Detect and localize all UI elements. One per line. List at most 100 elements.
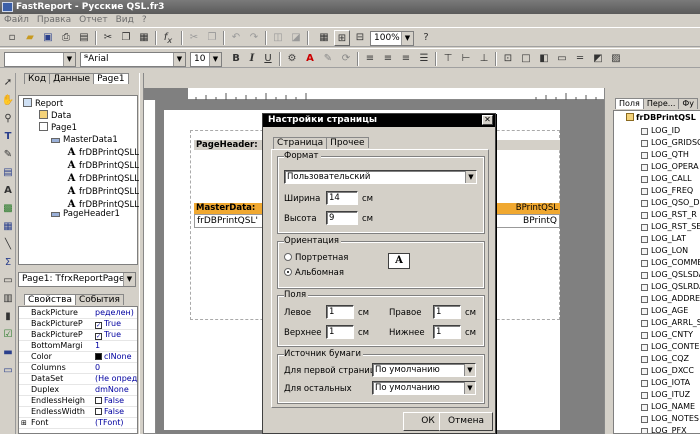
close-icon[interactable]: ✕ [482,115,493,125]
frame-style-icon[interactable]: ▭ [554,51,570,67]
style-combo[interactable]: ▼ [4,52,76,67]
landscape-radio[interactable]: Альбомная [284,267,344,279]
frame-width-icon[interactable]: ═ [572,51,588,67]
align-left-icon[interactable]: ≡ [362,51,378,67]
valign-top-icon[interactable]: ⊤ [440,51,456,67]
zoom-tool-icon[interactable]: ⚲ [0,111,16,127]
field-item[interactable]: LOG_CALL [614,174,692,184]
cancel-button[interactable]: Отмена [439,412,493,431]
object-select[interactable]: Page1: TfrxReportPage ▼ [18,272,136,287]
first-page-select[interactable]: По умолчанию ▼ [372,363,476,377]
memo-icon[interactable]: A [0,183,16,199]
bottom-margin-input[interactable]: 1 [433,325,461,339]
tree-node-report[interactable]: Report [23,98,63,110]
field-item[interactable]: LOG_COMME [614,258,700,268]
tree-node-memo[interactable]: AfrDBPrintQSLLO [67,160,146,172]
valign-bottom-icon[interactable]: ⊥ [476,51,492,67]
field-item[interactable]: LOG_QTH [614,150,689,160]
field-item[interactable]: LOG_QSLSDA [614,270,700,280]
tree-node-page1[interactable]: Page1 [39,122,77,134]
help-icon[interactable]: ? [418,30,434,46]
preview-icon[interactable]: ▤ [76,30,92,46]
select-tool-icon[interactable]: ➚ [0,75,16,91]
undo-icon[interactable]: ↶ [228,30,244,46]
tree-node-data[interactable]: Data [39,110,71,122]
checkbox-tool-icon[interactable]: ☑ [0,327,16,343]
band-icon[interactable]: ▤ [0,165,16,181]
font-settings-icon[interactable]: ⚙ [284,51,300,67]
font-color-icon[interactable]: A [302,51,318,67]
menu-help[interactable]: ? [138,15,151,25]
field-item[interactable]: LOG_QSLRDA [614,282,700,292]
tab-page1[interactable]: Page1 [93,73,129,84]
field-item[interactable]: LOG_LAT [614,234,686,244]
field-item[interactable]: LOG_ID [614,126,680,136]
open-icon[interactable]: ▰ [22,30,38,46]
tab-page[interactable]: Страница [273,137,328,149]
menu-file[interactable]: Файл [0,15,33,25]
valign-middle-icon[interactable]: ⊢ [458,51,474,67]
field-item[interactable]: LOG_GRIDSQ [614,138,700,148]
tab-other[interactable]: Прочее [326,137,369,148]
field-item[interactable]: LOG_LON [614,246,688,256]
format-select[interactable]: Пользовательский ▼ [284,170,477,184]
line-icon[interactable]: ╲ [0,237,16,253]
tree-node-memo[interactable]: AfrDBPrintQSLLO [67,173,146,185]
frame-color-icon[interactable]: ◧ [536,51,552,67]
format-painter-icon[interactable]: ✎ [0,147,16,163]
redo-icon[interactable]: ↷ [246,30,262,46]
function-icon[interactable]: fx [160,30,176,46]
property-row[interactable]: Duplex dmNone [19,385,137,396]
dataset-node[interactable]: frDBPrintQSL [614,113,696,123]
cut-icon[interactable]: ✂ [100,30,116,46]
paste-icon[interactable]: ▦ [136,30,152,46]
richtext-icon[interactable]: ▬ [0,345,16,361]
field-item[interactable]: LOG_ITUZ [614,390,690,400]
crosstab-icon[interactable]: ▭ [0,363,16,379]
tab-properties[interactable]: Свойства [24,294,76,305]
field-item[interactable]: LOG_ARRL_S [614,318,700,328]
menu-view[interactable]: Вид [112,15,138,25]
field-item[interactable]: LOG_AGE [614,306,688,316]
height-input[interactable]: 9 [326,211,358,225]
menu-edit[interactable]: Правка [33,15,75,25]
subreport-icon[interactable]: ▦ [0,219,16,235]
property-row[interactable]: BottomMargi 1 [19,341,137,352]
frame-all-icon[interactable]: ⊡ [500,51,516,67]
text-tool-icon[interactable]: T [0,129,16,145]
property-row[interactable]: ⊞ Font (TFont) [19,418,137,429]
field-item[interactable]: LOG_NAME [614,402,695,412]
tree-node-memo[interactable]: AfrDBPrintQSLLO [67,186,146,198]
font-size-combo[interactable]: 10 ▼ [190,52,222,67]
underline-button[interactable]: U [260,51,276,67]
rotate-icon[interactable]: ⟳ [338,51,354,67]
property-row[interactable]: BackPictureределен)… [19,308,137,319]
cut-disabled-icon[interactable]: ✂ [186,30,202,46]
tab-events[interactable]: События [74,294,124,305]
align-center-icon[interactable]: ≡ [380,51,396,67]
new-icon[interactable]: ▫ [4,30,20,46]
field-item[interactable]: LOG_DXCC [614,366,694,376]
italic-button[interactable]: I [244,51,260,67]
bold-button[interactable]: B [228,51,244,67]
tree-node-pageheader1[interactable]: PageHeader1 [51,209,120,220]
field-item[interactable]: LOG_RST_R [614,210,697,220]
font-name-combo[interactable]: ᵀArial ▼ [80,52,186,67]
tab-fields[interactable]: Поля [615,98,644,109]
tab-data[interactable]: Данные [49,73,95,84]
align-grid-icon[interactable]: ⊞ [334,30,350,46]
other-pages-select[interactable]: По умолчанию ▼ [372,381,476,395]
bring-front-icon[interactable]: ◫ [270,30,286,46]
portrait-radio[interactable]: Портретная [284,252,348,264]
property-row[interactable]: BackPictureP ✓ True [19,330,137,341]
copy-disabled-icon[interactable]: ❐ [204,30,220,46]
save-icon[interactable]: ▣ [40,30,56,46]
chart-icon[interactable]: ▥ [0,291,16,307]
field-item[interactable]: LOG_CQZ [614,354,689,364]
shadow-icon[interactable]: ◩ [590,51,606,67]
fill-color-icon[interactable]: ▨ [608,51,624,67]
align-right-icon[interactable]: ≡ [398,51,414,67]
property-row[interactable]: Columns 0 [19,363,137,374]
field-item[interactable]: LOG_FREQ [614,186,693,196]
print-icon[interactable]: ⎙ [58,30,74,46]
